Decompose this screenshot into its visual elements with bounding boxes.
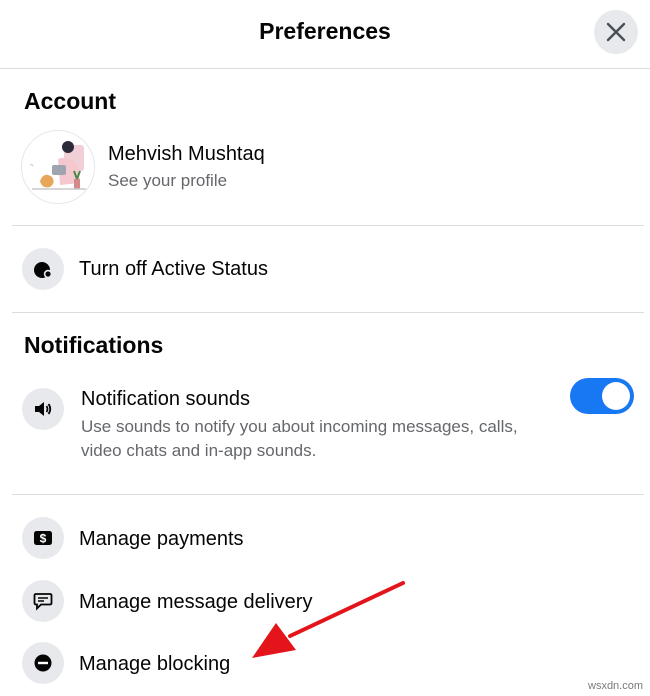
profile-name[interactable]: Mehvish Mushtaq <box>108 143 265 166</box>
manage-payments-label[interactable]: Manage payments <box>79 528 244 551</box>
notification-sounds-toggle[interactable] <box>570 378 634 414</box>
notifications-section-title: Notifications <box>24 332 164 358</box>
speaker-icon-wrap <box>22 388 64 430</box>
page-title: Preferences <box>259 18 391 44</box>
active-status-icon-wrap <box>22 248 64 290</box>
payments-icon: $ <box>34 531 52 546</box>
divider <box>12 225 644 226</box>
divider <box>12 312 644 313</box>
notification-sounds-description: Use sounds to notify you about incoming … <box>81 417 518 460</box>
svg-text:$: $ <box>40 532 47 546</box>
active-status-icon <box>34 262 53 279</box>
profile-row[interactable] <box>12 128 632 206</box>
message-delivery-icon-wrap <box>22 580 64 622</box>
illustration-scribble: ~ <box>30 163 34 169</box>
divider <box>12 494 644 495</box>
payments-icon-wrap: $ <box>22 517 64 559</box>
avatar[interactable]: ~ <box>21 130 95 204</box>
active-status-label[interactable]: Turn off Active Status <box>79 258 268 281</box>
message-delivery-icon <box>33 593 53 611</box>
account-section-title: Account <box>24 88 116 114</box>
toggle-knob <box>602 382 630 410</box>
notification-sounds-label: Notification sounds <box>81 388 250 410</box>
block-icon <box>34 654 52 672</box>
profile-illustration: ~ <box>30 141 86 190</box>
speaker-icon <box>35 402 52 416</box>
profile-subtitle: See your profile <box>108 171 228 190</box>
close-icon <box>606 22 626 42</box>
watermark: wsxdn.com <box>588 680 644 692</box>
preferences-header: Preferences <box>0 0 650 69</box>
manage-message-delivery-label[interactable]: Manage message delivery <box>79 591 312 614</box>
manage-blocking-label[interactable]: Manage blocking <box>79 653 230 676</box>
blocking-icon-wrap <box>22 642 64 684</box>
close-button[interactable] <box>594 10 638 54</box>
